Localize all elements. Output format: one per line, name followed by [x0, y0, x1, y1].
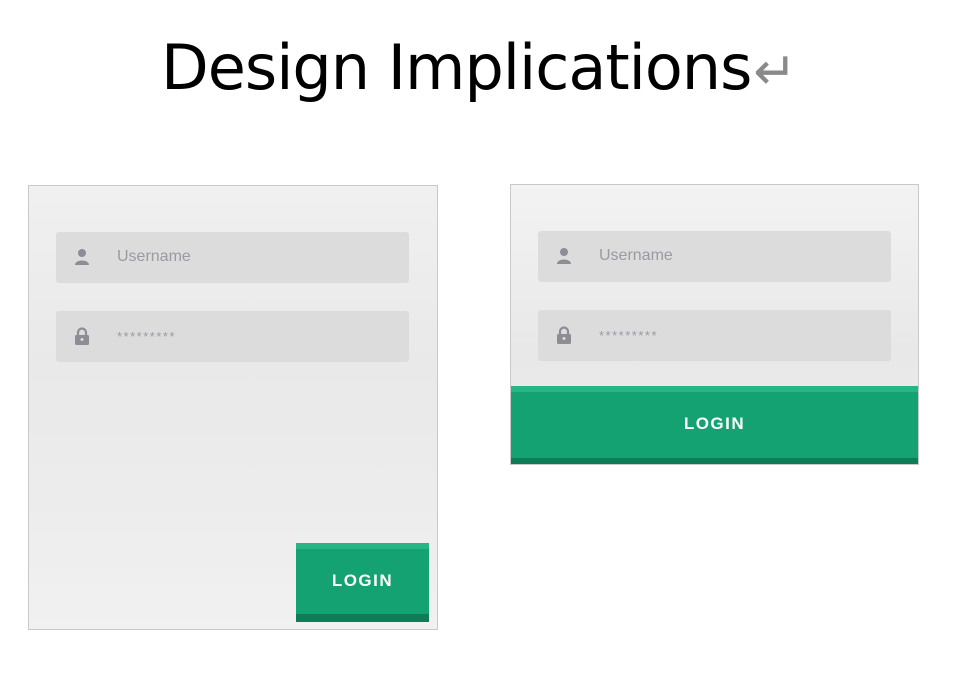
password-placeholder: ********* [599, 328, 659, 343]
password-placeholder: ********* [117, 329, 177, 344]
username-field[interactable]: Username [56, 232, 409, 283]
slide-title: Design Implications↵ [0, 26, 957, 114]
lock-icon [557, 326, 571, 344]
return-arrow-icon: ↵ [753, 42, 797, 102]
login-mockup-left: Username ********* LOGIN [28, 185, 438, 630]
password-field[interactable]: ********* [538, 310, 891, 361]
username-field[interactable]: Username [538, 231, 891, 282]
login-mockup-right: Username ********* LOGIN [510, 184, 919, 465]
login-button[interactable]: LOGIN [296, 543, 429, 622]
user-icon [75, 249, 89, 265]
lock-icon [75, 327, 89, 345]
username-placeholder: Username [599, 247, 673, 264]
slide-title-text: Design Implications [161, 31, 752, 104]
username-placeholder: Username [117, 248, 191, 265]
password-field[interactable]: ********* [56, 311, 409, 362]
user-icon [557, 248, 571, 264]
login-button[interactable]: LOGIN [511, 386, 918, 464]
